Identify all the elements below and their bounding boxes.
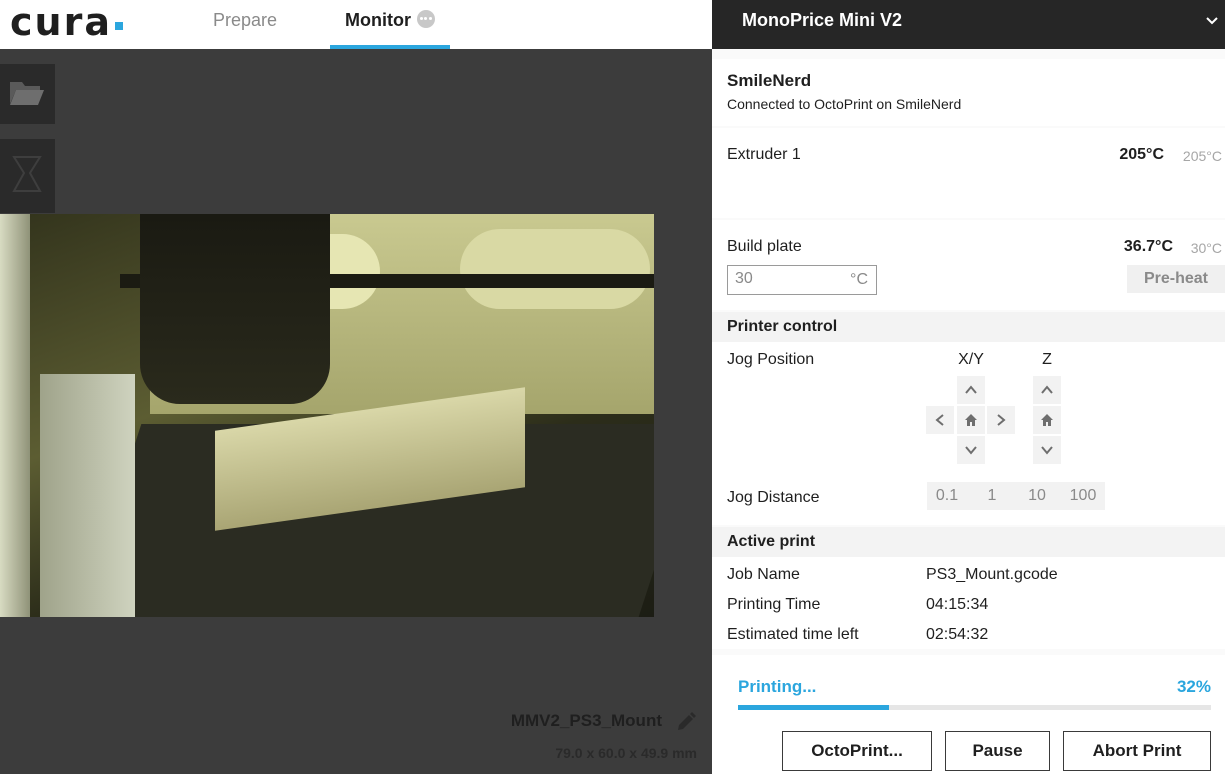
extruder-section: Extruder 1 205°C 205°C [712, 128, 1225, 218]
octoprint-button[interactable]: OctoPrint... [782, 731, 932, 771]
home-icon [965, 414, 977, 426]
tab-monitor-label: Monitor [345, 10, 411, 30]
arrow-right-icon [997, 414, 1006, 426]
jog-z-up-button[interactable] [1033, 376, 1061, 404]
time-left-value: 02:54:32 [926, 626, 989, 643]
printer-selector[interactable]: MonoPrice Mini V2 [712, 0, 1225, 49]
flask-icon [12, 156, 42, 192]
print-status: Printing... [738, 677, 817, 696]
jog-position-label: Jog Position [727, 351, 815, 368]
build-plate-temp-input[interactable]: 30 °C [727, 265, 877, 295]
model-dimensions: 79.0 x 60.0 x 49.9 mm [555, 745, 697, 761]
arrow-down-icon [1041, 446, 1053, 455]
jog-distance-0-1[interactable]: 0.1 [927, 482, 967, 510]
printer-control-header: Printer control [712, 312, 1225, 342]
connection-status: Connected to OctoPrint on SmileNerd [727, 96, 962, 112]
build-plate-target-temp: 30°C [1190, 240, 1222, 256]
pencil-icon[interactable] [676, 712, 696, 732]
connection-info: SmileNerd Connected to OctoPrint on Smil… [712, 59, 1225, 126]
job-name-label: Job Name [727, 566, 800, 583]
tab-monitor[interactable]: Monitor [330, 0, 450, 49]
active-print-header: Active print [712, 527, 1225, 557]
build-plate-section: Build plate 36.7°C 30°C 30 °C Pre-heat [712, 220, 1225, 310]
printer-control-section: Jog Position X/Y Z Jog Distance 0.1 1 10… [712, 342, 1225, 525]
build-plate-input-unit: °C [850, 271, 868, 288]
active-print-title: Active print [727, 533, 816, 550]
home-z-button[interactable] [1033, 406, 1061, 434]
pause-button[interactable]: Pause [945, 731, 1050, 771]
logo-dot [115, 22, 123, 30]
arrow-left-icon [935, 414, 944, 426]
z-axis-label: Z [1042, 351, 1052, 368]
extruder-label: Extruder 1 [727, 146, 801, 163]
cura-logo: cura [10, 0, 112, 44]
open-file-button[interactable] [0, 64, 55, 124]
webcam-feed [0, 214, 654, 617]
top-bar: cura Prepare Monitor [0, 0, 712, 49]
printing-time-label: Printing Time [727, 596, 821, 613]
build-plate-input-value: 30 [735, 270, 753, 287]
build-plate-label: Build plate [727, 238, 802, 255]
time-left-label: Estimated time left [727, 626, 859, 643]
progress-bar [738, 705, 1211, 710]
print-percent: 32% [1176, 677, 1211, 696]
active-print-section: Job Name PS3_Mount.gcode Printing Time 0… [712, 557, 1225, 649]
home-xy-button[interactable] [957, 406, 985, 434]
jog-x-right-button[interactable] [987, 406, 1015, 434]
connection-name: SmileNerd [727, 71, 812, 90]
printing-time-value: 04:15:34 [926, 596, 989, 613]
jog-distance-10[interactable]: 10 [1017, 482, 1057, 510]
home-icon [1041, 414, 1053, 426]
progress-section: Printing... 32% OctoPrint... Pause Abort… [712, 655, 1225, 774]
arrow-down-icon [965, 446, 977, 455]
folder-icon [10, 82, 44, 105]
xy-axis-label: X/Y [958, 351, 984, 368]
printer-name: MonoPrice Mini V2 [742, 10, 903, 30]
abort-print-button[interactable]: Abort Print [1063, 731, 1211, 771]
jog-z-down-button[interactable] [1033, 436, 1061, 464]
arrow-up-icon [965, 385, 977, 394]
build-plate-current-temp: 36.7°C [1123, 238, 1173, 255]
material-tool-button[interactable] [0, 139, 55, 213]
extruder-current-temp: 205°C [1119, 146, 1164, 163]
jog-y-down-button[interactable] [957, 436, 985, 464]
monitor-sidebar: SmileNerd Connected to OctoPrint on Smil… [712, 49, 1225, 774]
extruder-target-temp: 205°C [1182, 148, 1222, 164]
arrow-up-icon [1041, 385, 1053, 394]
status-dots-icon [416, 10, 435, 28]
jog-distance-label: Jog Distance [727, 489, 820, 506]
progress-bar-fill [738, 705, 890, 710]
tab-prepare[interactable]: Prepare [190, 0, 300, 49]
chevron-down-icon [1206, 17, 1218, 25]
monitor-viewport: MMV2_PS3_Mount 79.0 x 60.0 x 49.9 mm [0, 49, 712, 774]
jog-y-up-button[interactable] [957, 376, 985, 404]
model-name: MMV2_PS3_Mount [510, 711, 662, 730]
preheat-button[interactable]: Pre-heat [1127, 265, 1225, 293]
jog-x-left-button[interactable] [926, 406, 954, 434]
job-name-value: PS3_Mount.gcode [926, 566, 1058, 583]
jog-distance-1[interactable]: 1 [972, 482, 1012, 510]
print-head [140, 214, 330, 404]
jog-distance-selector: 0.1 1 10 100 [927, 482, 1105, 510]
jog-distance-100[interactable]: 100 [1061, 482, 1105, 510]
printer-control-title: Printer control [727, 318, 838, 335]
